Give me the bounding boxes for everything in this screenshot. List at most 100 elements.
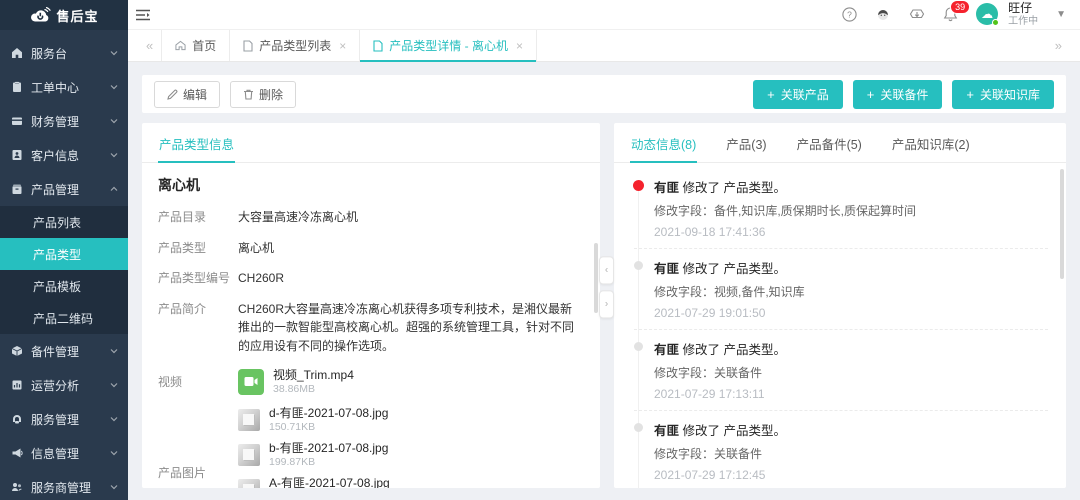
tab-product-type-detail[interactable]: 产品类型详情 - 离心机 × — [360, 30, 537, 61]
sidebar-item-info-mgmt[interactable]: 信息管理 — [0, 436, 128, 470]
image-thumbnail — [238, 409, 260, 431]
sub-item-label: 产品列表 — [33, 214, 81, 231]
timeline-dot — [633, 180, 644, 191]
sidebar-item-vendor-mgmt[interactable]: 服务商管理 — [0, 470, 128, 500]
image-thumbnail — [238, 444, 260, 466]
sidebar-subitem-product-type[interactable]: 产品类型 — [0, 238, 128, 270]
timeline-timestamp: 2021-07-29 19:01:50 — [654, 306, 1048, 320]
chevron-down-icon — [110, 151, 118, 159]
avatar[interactable]: ☁ — [976, 3, 998, 25]
video-file[interactable]: 视频_Trim.mp4 38.86MB — [238, 368, 354, 396]
tab-product-type-info[interactable]: 产品类型信息 — [158, 123, 235, 162]
megaphone-icon — [10, 447, 23, 460]
products-submenu: 产品列表 产品类型 产品模板 产品二维码 — [0, 206, 128, 334]
timeline-action: 修改了 产品类型。 — [683, 262, 786, 276]
sidebar-item-finance[interactable]: 财务管理 — [0, 104, 128, 138]
link-product-button[interactable]: +关联产品 — [753, 80, 843, 109]
field-value: 大容量高速冷冻离心机 — [238, 208, 584, 227]
file-size: 150.71KB — [269, 421, 388, 434]
collapse-left-icon[interactable]: ‹ — [599, 256, 614, 284]
field-row-type: 产品类型 离心机 — [158, 239, 584, 258]
download-center-icon[interactable] — [909, 7, 925, 22]
tabs-scroll-left-icon[interactable]: « — [138, 30, 161, 61]
sidebar-item-work-orders[interactable]: 工单中心 — [0, 70, 128, 104]
timeline-action: 修改了 产品类型。 — [683, 424, 786, 438]
image-file[interactable]: b-有匪-2021-07-08.jpg199.87KB — [238, 441, 390, 469]
content-area: 编辑 删除 +关联产品 + 关联备件 +关联知识库 产品类型信息 — [128, 62, 1080, 500]
timeline-user: 有匪 — [654, 424, 679, 438]
image-file[interactable]: A-有匪-2021-07-08.jpg153.42KB — [238, 476, 390, 488]
tab-label: 产品类型详情 - 离心机 — [389, 37, 508, 54]
left-panel-scrollbar[interactable] — [594, 243, 598, 313]
sidebar-item-label: 财务管理 — [31, 113, 79, 130]
app-logo[interactable]: 售后宝 — [0, 0, 128, 30]
close-icon[interactable]: × — [339, 39, 346, 53]
collapse-right-icon[interactable]: › — [599, 290, 614, 318]
tab-products[interactable]: 产品(3) — [725, 123, 767, 162]
chevron-down-icon — [110, 381, 118, 389]
home-icon — [175, 40, 186, 51]
activity-card: 动态信息(8) 产品(3) 产品备件(5) 产品知识库(2) 有匪 修改了 产品… — [614, 123, 1066, 488]
delete-button[interactable]: 删除 — [230, 81, 296, 108]
sidebar-subitem-product-list[interactable]: 产品列表 — [0, 206, 128, 238]
page-title: 离心机 — [158, 175, 584, 195]
edit-button[interactable]: 编辑 — [154, 81, 220, 108]
support-agent-icon[interactable] — [875, 7, 891, 22]
notifications-bell[interactable]: 39 — [943, 6, 958, 22]
tab-spare-parts[interactable]: 产品备件(5) — [796, 123, 863, 162]
image-thumbnail — [238, 479, 260, 488]
sidebar-item-service-desk[interactable]: 服务台 — [0, 36, 128, 70]
main-area: ? 39 ☁ 旺仔 工作中 ▼ — [128, 0, 1080, 500]
video-icon — [238, 369, 264, 395]
sidebar-item-label: 工单中心 — [31, 79, 79, 96]
link-spare-parts-label: 关联备件 — [880, 86, 928, 103]
tab-label: 产品类型列表 — [259, 37, 331, 54]
user-block[interactable]: 旺仔 工作中 — [1008, 2, 1038, 27]
product-info-body: 离心机 产品目录 大容量高速冷冻离心机 产品类型 离心机 产品类型编号 CH26… — [142, 163, 600, 488]
sidebar-item-label: 服务台 — [31, 45, 67, 62]
field-value: 离心机 — [238, 239, 584, 258]
clipboard-icon — [10, 81, 23, 94]
sidebar-subitem-product-template[interactable]: 产品模板 — [0, 270, 128, 302]
chevron-down-icon — [110, 483, 118, 491]
tab-knowledge[interactable]: 产品知识库(2) — [891, 123, 971, 162]
logo-cloud-icon — [29, 7, 51, 24]
file-size: 199.87KB — [269, 456, 388, 469]
user-menu-caret-icon[interactable]: ▼ — [1056, 9, 1066, 20]
menu-fold-icon[interactable] — [136, 9, 150, 21]
tab-activity[interactable]: 动态信息(8) — [630, 123, 697, 162]
help-icon[interactable]: ? — [842, 7, 857, 22]
sidebar-item-spare-parts[interactable]: 备件管理 — [0, 334, 128, 368]
timeline-user: 有匪 — [654, 181, 679, 195]
edit-icon — [167, 89, 178, 100]
file-name: A-有匪-2021-07-08.jpg — [269, 476, 390, 488]
link-knowledge-button[interactable]: +关联知识库 — [952, 80, 1054, 109]
tabs-scroll-right-icon[interactable]: » — [1047, 30, 1070, 61]
file-size: 38.86MB — [273, 383, 354, 396]
close-icon[interactable]: × — [516, 39, 523, 53]
chevron-down-icon — [110, 347, 118, 355]
timeline-timestamp: 2021-07-29 17:13:11 — [654, 387, 1048, 401]
notification-badge: 39 — [950, 0, 970, 14]
sidebar-item-service-mgmt[interactable]: 服务管理 — [0, 402, 128, 436]
sidebar-item-products[interactable]: 产品管理 — [0, 172, 128, 206]
tab-product-type-list[interactable]: 产品类型列表 × — [230, 30, 360, 61]
sidebar-item-label: 服务管理 — [31, 411, 79, 428]
link-spare-parts-button[interactable]: + 关联备件 — [853, 80, 943, 109]
panel-divider: ‹ › — [599, 256, 614, 318]
timeline-item: 有匪 修改了 产品类型。 修改字段：关联备件 2021-07-29 17:12:… — [634, 420, 1048, 488]
image-file[interactable]: d-有匪-2021-07-08.jpg150.71KB — [238, 406, 390, 434]
right-panel-scrollbar[interactable] — [1060, 169, 1064, 279]
chevron-down-icon — [110, 49, 118, 57]
timeline-action: 修改了 产品类型。 — [683, 181, 786, 195]
sidebar-item-analytics[interactable]: 运营分析 — [0, 368, 128, 402]
tab-home[interactable]: 首页 — [161, 30, 230, 61]
sidebar-nav: 服务台 工单中心 财务管理 客户信息 产品管理 — [0, 30, 128, 500]
sidebar-subitem-product-qrcode[interactable]: 产品二维码 — [0, 302, 128, 334]
field-label: 产品目录 — [158, 208, 238, 227]
plus-icon: + — [867, 88, 875, 101]
timeline-action: 修改了 产品类型。 — [683, 343, 786, 357]
document-icon — [373, 40, 383, 52]
sidebar-item-customers[interactable]: 客户信息 — [0, 138, 128, 172]
timeline-item: 有匪 修改了 产品类型。 修改字段：视频,备件,知识库 2021-07-29 1… — [634, 258, 1048, 330]
